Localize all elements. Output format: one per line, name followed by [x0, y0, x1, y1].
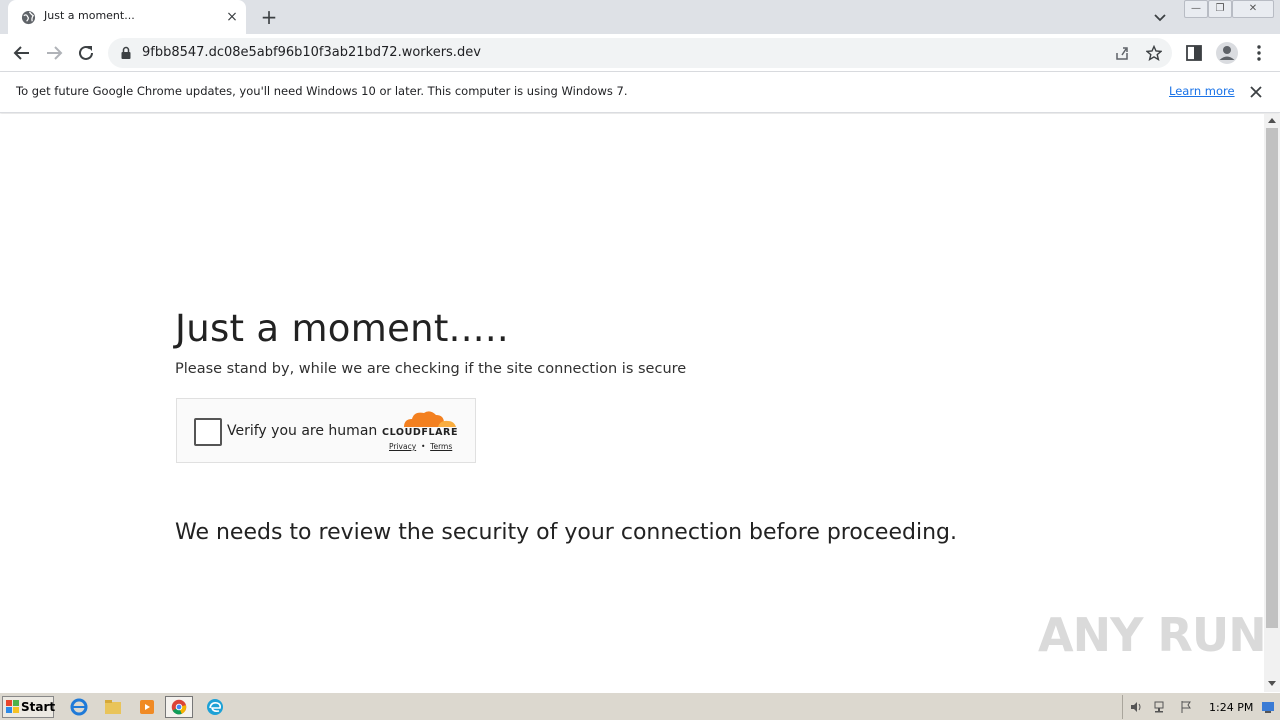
learn-more-link[interactable]: Learn more	[1169, 84, 1235, 98]
start-label: Start	[21, 700, 56, 714]
chevron-down-icon[interactable]	[1151, 8, 1169, 26]
windows-logo-icon	[6, 700, 19, 713]
side-panel-icon[interactable]	[1184, 43, 1204, 63]
back-arrow-icon[interactable]	[11, 42, 33, 64]
verify-checkbox[interactable]	[194, 418, 222, 446]
vertical-scrollbar[interactable]	[1264, 114, 1280, 692]
chrome-icon[interactable]	[165, 696, 193, 718]
tab-close-button[interactable]: ×	[224, 9, 240, 25]
system-tray: 1:24 PM	[1122, 695, 1278, 719]
tab-active[interactable]: Just a moment... ×	[8, 0, 246, 34]
scroll-up-arrow-icon[interactable]	[1268, 118, 1276, 123]
bookmark-star-icon[interactable]	[1146, 45, 1162, 61]
cloudflare-challenge-widget: Verify you are human CLOUDFLARE Privacy …	[176, 398, 476, 463]
forward-arrow-icon[interactable]	[43, 42, 65, 64]
page-title: Just a moment.....	[175, 307, 509, 350]
network-icon[interactable]	[1153, 700, 1167, 714]
file-explorer-icon[interactable]	[99, 696, 127, 718]
page-subtitle: Please stand by, while we are checking i…	[175, 361, 687, 377]
scroll-down-arrow-icon[interactable]	[1268, 681, 1276, 686]
show-desktop-icon[interactable]	[1261, 700, 1275, 714]
tab-title: Just a moment...	[44, 9, 135, 22]
tab-strip: Just a moment... × + — ❐ ✕	[0, 0, 1280, 34]
profile-avatar-icon[interactable]	[1215, 41, 1239, 65]
verify-label[interactable]: Verify you are human	[227, 423, 377, 439]
action-center-flag-icon[interactable]	[1179, 700, 1193, 714]
anyrun-watermark: ANY RUN	[1038, 608, 1267, 662]
restore-button[interactable]: ❐	[1208, 0, 1232, 18]
infobar-message: To get future Google Chrome updates, you…	[16, 84, 628, 98]
start-button[interactable]: Start	[2, 696, 56, 718]
windows-taskbar: Start 1:24 PM	[0, 692, 1280, 720]
edge-icon[interactable]	[201, 696, 229, 718]
internet-explorer-icon[interactable]	[65, 696, 93, 718]
url-text[interactable]: 9fbb8547.dc08e5abf96b10f3ab21bd72.worker…	[142, 45, 481, 60]
cloudflare-links: Privacy • Terms	[389, 442, 452, 451]
media-player-icon[interactable]	[133, 696, 161, 718]
lock-icon[interactable]	[120, 46, 132, 60]
browser-toolbar: 9fbb8547.dc08e5abf96b10f3ab21bd72.worker…	[0, 34, 1280, 72]
scrollbar-thumb[interactable]	[1266, 128, 1278, 628]
share-icon[interactable]	[1114, 45, 1130, 61]
page-content: Just a moment..... Please stand by, whil…	[0, 114, 1267, 692]
new-tab-button[interactable]: +	[258, 6, 280, 28]
link-separator: •	[420, 442, 426, 451]
menu-kebab-icon[interactable]	[1249, 43, 1269, 63]
watermark-text: ANY RUN	[1038, 608, 1267, 662]
close-icon[interactable]	[1247, 83, 1265, 101]
update-infobar: To get future Google Chrome updates, you…	[0, 72, 1280, 113]
minimize-button[interactable]: —	[1184, 0, 1208, 18]
cloudflare-brand: CLOUDFLARE	[382, 427, 459, 438]
window-close-button[interactable]: ✕	[1232, 0, 1274, 18]
review-message: We needs to review the security of your …	[175, 520, 957, 545]
globe-icon	[21, 10, 36, 25]
terms-link[interactable]: Terms	[430, 442, 452, 451]
reload-icon[interactable]	[75, 42, 97, 64]
privacy-link[interactable]: Privacy	[389, 442, 416, 451]
volume-icon[interactable]	[1129, 700, 1143, 714]
address-bar[interactable]: 9fbb8547.dc08e5abf96b10f3ab21bd72.worker…	[108, 38, 1172, 68]
taskbar-clock[interactable]: 1:24 PM	[1209, 701, 1253, 714]
